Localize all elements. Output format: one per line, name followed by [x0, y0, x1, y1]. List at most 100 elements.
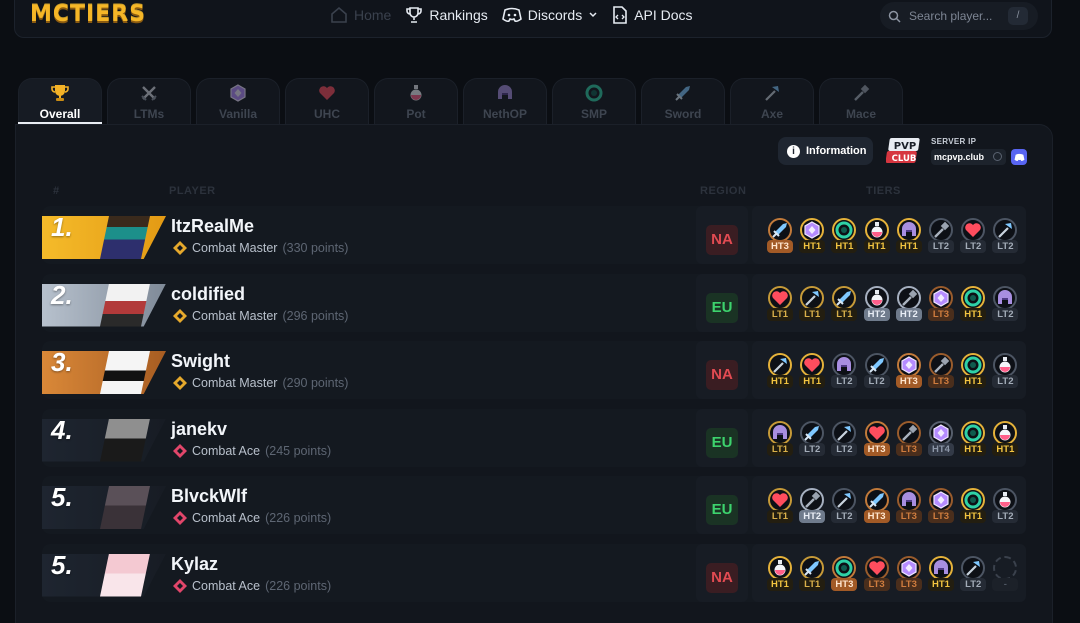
player-title-text: Combat Ace: [192, 443, 261, 458]
tier-badge[interactable]: HT1: [927, 555, 955, 598]
tier-badge[interactable]: HT1: [830, 218, 858, 260]
player-row[interactable]: 2. coldified Combat Master (296 points) EU LT…: [42, 273, 1026, 332]
tier-badge[interactable]: HT1: [766, 555, 794, 598]
nav-api-docs-link[interactable]: API Docs: [612, 5, 693, 25]
tier-badge[interactable]: HT1: [959, 285, 987, 328]
tier-badge[interactable]: LT2: [798, 420, 826, 463]
player-row[interactable]: 5. Kylaz Combat Ace (226 points) NA HT1 LT1 HT3…: [42, 543, 1026, 602]
tab-pot[interactable]: Pot: [374, 78, 458, 125]
tier-badge[interactable]: LT1: [766, 488, 794, 530]
player-name[interactable]: ItzRealMe: [171, 216, 254, 237]
player-name[interactable]: BlvckWlf: [171, 486, 247, 507]
server-discord-button[interactable]: [1011, 149, 1027, 165]
site-logo[interactable]: MCTIERS: [30, 2, 146, 27]
tier-badge[interactable]: HT1: [798, 353, 826, 395]
tier-badge[interactable]: LT3: [863, 555, 891, 598]
tier-badge[interactable]: HT3: [766, 218, 794, 260]
tier-badge[interactable]: LT2: [991, 488, 1019, 530]
tier-badge[interactable]: HT3: [895, 353, 923, 395]
tier-badge[interactable]: LT1: [766, 285, 794, 328]
server-ip-copy[interactable]: mcpvp.club: [931, 149, 1006, 165]
tier-badge[interactable]: LT1: [830, 285, 858, 328]
tier-badge[interactable]: LT3: [927, 285, 955, 328]
tier-badge[interactable]: LT1: [798, 555, 826, 598]
tier-badge[interactable]: LT2: [830, 420, 858, 463]
tier-badge[interactable]: HT1: [959, 353, 987, 395]
tier-label: HT1: [863, 240, 890, 253]
tier-badge[interactable]: HT1: [959, 488, 987, 530]
tier-badge[interactable]: LT2: [959, 218, 987, 260]
information-button[interactable]: i Information: [778, 137, 873, 165]
tier-badge[interactable]: LT2: [927, 218, 955, 260]
nav-rankings-link[interactable]: Rankings: [405, 5, 488, 25]
tier-badge[interactable]: HT1: [959, 420, 987, 463]
tier-badge[interactable]: HT2: [798, 488, 826, 530]
tab-mace[interactable]: Mace: [819, 78, 903, 125]
tier-badge[interactable]: LT3: [927, 353, 955, 395]
tier-badge[interactable]: HT1: [863, 218, 891, 260]
player-name[interactable]: Kylaz: [171, 554, 218, 575]
player-name[interactable]: janekv: [171, 419, 227, 440]
tab-overall[interactable]: Overall: [18, 78, 102, 125]
netherite-helmet-icon: [768, 420, 792, 445]
tier-badge[interactable]: HT1: [991, 420, 1019, 463]
tier-badge[interactable]: LT2: [991, 353, 1019, 395]
tier-badge[interactable]: HT2: [863, 285, 891, 328]
ender-pearl-icon: [961, 285, 986, 310]
tier-badge[interactable]: HT2: [895, 285, 923, 328]
tier-label: HT2: [863, 307, 890, 321]
player-row[interactable]: 3. Swight Combat Master (290 points) NA HT1 HT…: [42, 341, 1026, 399]
tab-label: LTMs: [133, 107, 165, 121]
tier-badge[interactable]: LT1: [766, 420, 794, 463]
tab-nethop[interactable]: NethOP: [463, 78, 547, 125]
nav-discords-link[interactable]: Discords: [501, 5, 598, 25]
player-points: (330 points): [282, 241, 349, 255]
tier-badge[interactable]: LT2: [830, 353, 858, 395]
player-row[interactable]: 4. janekv Combat Ace (245 points) EU LT1 LT2 LT…: [42, 408, 1026, 467]
tier-badge[interactable]: HT1: [766, 353, 794, 395]
region-cell: EU: [696, 273, 748, 332]
tier-badge[interactable]: LT2: [863, 353, 891, 395]
tier-badge[interactable]: -: [991, 555, 1019, 598]
region-cell: EU: [696, 408, 748, 467]
player-name[interactable]: Swight: [171, 351, 230, 372]
tab-smp[interactable]: SMP: [552, 78, 636, 125]
tier-badge[interactable]: LT3: [895, 420, 923, 463]
tier-badge[interactable]: LT2: [991, 218, 1019, 260]
search-placeholder: Search player...: [909, 9, 993, 23]
tier-label: LT1: [831, 307, 858, 321]
axe-icon: [832, 420, 857, 445]
nav-home-link[interactable]: Home: [330, 5, 391, 25]
tab-ltms[interactable]: LTMs: [107, 78, 191, 125]
search-input[interactable]: Search player... /: [880, 2, 1038, 30]
tier-label: LT1: [799, 307, 826, 321]
tier-label: HT1: [960, 510, 987, 523]
tier-badge[interactable]: HT3: [863, 420, 891, 463]
tier-badge[interactable]: LT3: [927, 488, 955, 530]
tier-badge[interactable]: LT2: [991, 285, 1019, 328]
player-name[interactable]: coldified: [171, 284, 245, 305]
tiers-cell: HT1 HT1 LT2 LT2 HT3 LT3 HT1 LT2: [752, 341, 1026, 399]
tier-badge[interactable]: HT1: [798, 218, 826, 260]
tab-vanilla[interactable]: Vanilla: [196, 78, 280, 125]
tier-label: HT1: [895, 240, 922, 253]
tier-badge[interactable]: HT4: [927, 420, 955, 463]
tab-uhc[interactable]: UHC: [285, 78, 369, 125]
rank-number: 5.: [51, 482, 73, 512]
tiers-cell: HT3 HT1 HT1 HT1 HT1 LT2 LT2 LT2: [752, 206, 1026, 264]
tier-badge[interactable]: HT1: [895, 218, 923, 260]
tier-badge[interactable]: HT3: [830, 555, 858, 598]
tier-badge[interactable]: LT2: [959, 555, 987, 598]
tier-badge[interactable]: LT1: [798, 285, 826, 328]
player-row[interactable]: 5. BlvckWlf Combat Ace (226 points) EU LT1 HT2…: [42, 476, 1026, 534]
player-row[interactable]: 1. ItzRealMe Combat Master (330 points) NA HT…: [42, 206, 1026, 264]
tier-badge[interactable]: HT3: [863, 488, 891, 530]
tier-badge[interactable]: LT3: [895, 488, 923, 530]
tab-axe[interactable]: Axe: [730, 78, 814, 125]
tier-badge[interactable]: LT3: [895, 555, 923, 598]
region-badge: EU: [706, 292, 738, 323]
tab-sword[interactable]: Sword: [641, 78, 725, 125]
player-title: Combat Master (330 points): [173, 241, 348, 255]
rank-number: 5.: [51, 549, 73, 580]
tier-badge[interactable]: LT2: [830, 488, 858, 530]
